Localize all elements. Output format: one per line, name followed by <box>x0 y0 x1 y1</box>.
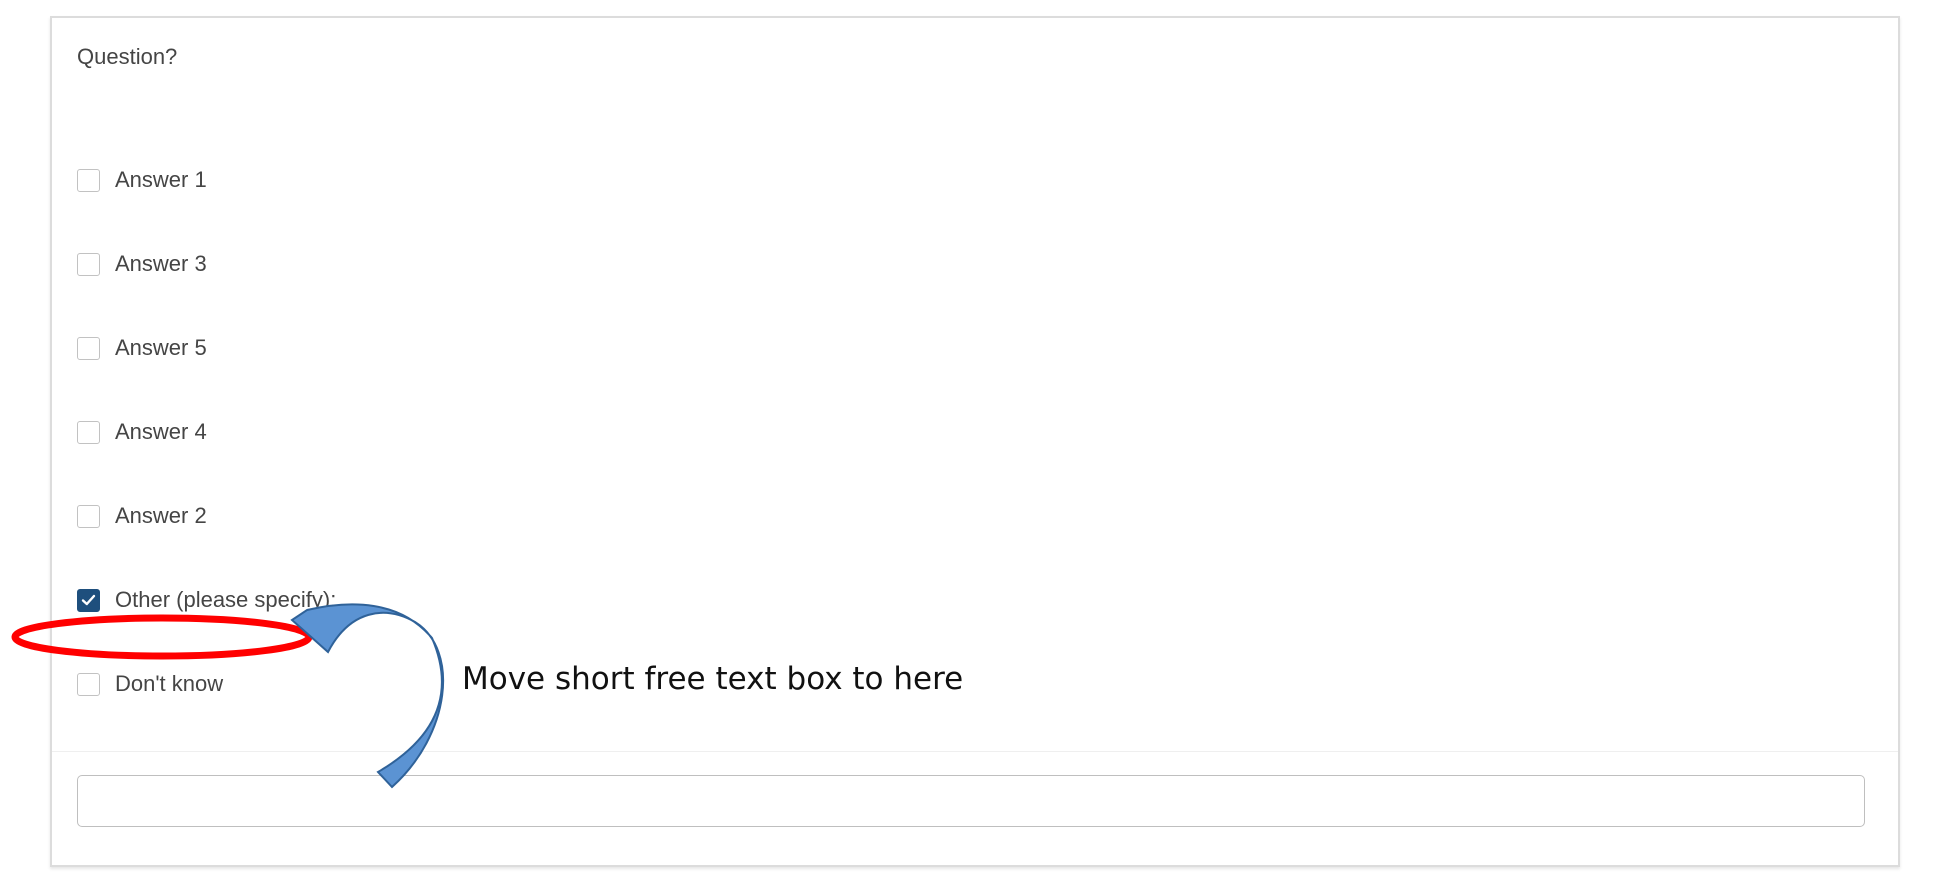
option-label: Other (please specify): <box>115 587 337 612</box>
checkbox-unchecked-icon[interactable] <box>77 168 100 192</box>
checkbox-checked-icon[interactable] <box>77 588 100 612</box>
option-answer-4[interactable]: Answer 4 <box>77 417 207 447</box>
option-answer-2[interactable]: Answer 2 <box>77 501 207 531</box>
option-label: Answer 1 <box>115 167 207 192</box>
question-text: Question? <box>77 44 178 69</box>
divider <box>52 751 1898 752</box>
annotation-text: Move short free text box to here <box>462 661 964 697</box>
checkbox-unchecked-icon[interactable] <box>77 336 100 360</box>
checkbox-unchecked-icon[interactable] <box>77 420 100 444</box>
other-specify-text-input[interactable] <box>77 775 1865 827</box>
option-answer-5[interactable]: Answer 5 <box>77 333 207 363</box>
option-other[interactable]: Other (please specify): <box>77 585 336 615</box>
checkbox-unchecked-icon[interactable] <box>77 504 100 528</box>
option-label: Answer 4 <box>115 419 207 444</box>
option-answer-1[interactable]: Answer 1 <box>77 165 207 195</box>
stage: Question? Answer 1 Answer 3 Answer 5 Ans… <box>0 0 1948 875</box>
option-label: Answer 5 <box>115 335 207 360</box>
option-dont-know[interactable]: Don't know <box>77 669 223 699</box>
question-card: Question? Answer 1 Answer 3 Answer 5 Ans… <box>50 16 1900 867</box>
option-label: Answer 2 <box>115 503 207 528</box>
option-label: Don't know <box>115 671 224 696</box>
option-label: Answer 3 <box>115 251 207 276</box>
checkbox-unchecked-icon[interactable] <box>77 252 100 276</box>
option-answer-3[interactable]: Answer 3 <box>77 249 207 279</box>
checkbox-unchecked-icon[interactable] <box>77 672 100 696</box>
checkmark-icon <box>81 594 96 606</box>
